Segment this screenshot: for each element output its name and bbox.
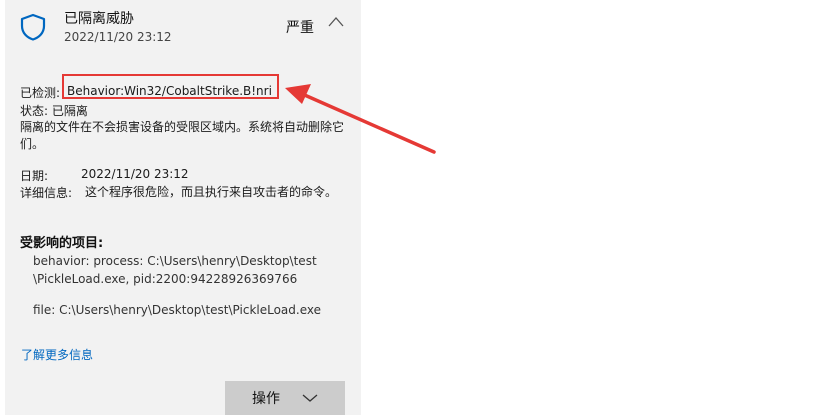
date-label: 日期: [20, 169, 49, 183]
chevron-up-icon[interactable] [327, 15, 345, 29]
threat-title: 已隔离威胁 [64, 11, 134, 27]
shield-icon [20, 13, 46, 41]
affected-item-line: behavior: process: C:\Users\henry\Deskto… [33, 254, 317, 268]
detected-label: 已检测: [20, 86, 61, 100]
affected-items-title: 受影响的项目: [20, 236, 104, 251]
quarantine-description: 隔离的文件在不会损害设备的受限区域内。系统将自动删除它们。 [20, 120, 345, 151]
details-label: 详细信息: [20, 186, 73, 200]
threat-date: 2022/11/20 23:12 [64, 30, 172, 44]
details-value: 这个程序很危险，而且执行来自攻击者的命令。 [85, 185, 338, 199]
status-text: 状态: 已隔离 [20, 104, 88, 118]
affected-item-line: file: C:\Users\henry\Desktop\test\Pickle… [33, 303, 321, 317]
affected-item-line: \PickleLoad.exe, pid:2200:94228926369766 [33, 272, 298, 286]
threat-details-panel: 已隔离威胁 2022/11/20 23:12 严重 已检测: Behavior:… [5, 0, 361, 415]
chevron-down-icon [302, 394, 318, 402]
learn-more-link[interactable]: 了解更多信息 [21, 346, 93, 363]
actions-button-label: 操作 [252, 391, 280, 407]
date-value: 2022/11/20 23:12 [81, 167, 189, 181]
annotation-highlight-box [62, 74, 279, 99]
actions-button[interactable]: 操作 [225, 381, 345, 415]
severity-label: 严重 [286, 20, 314, 36]
